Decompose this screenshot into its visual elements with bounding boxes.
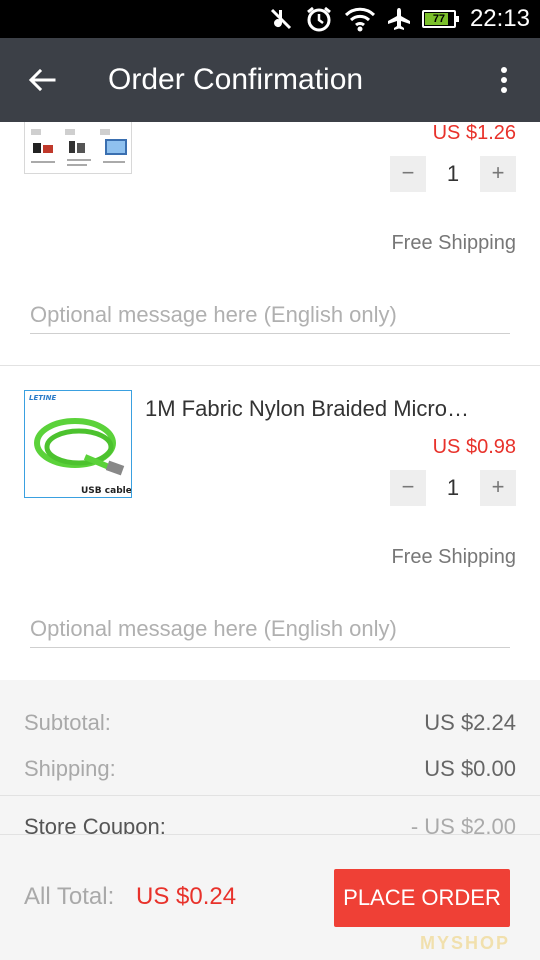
overflow-menu-button[interactable]: [486, 60, 522, 100]
item-price: US $1.26: [432, 122, 516, 144]
increment-button[interactable]: +: [480, 156, 516, 192]
wifi-icon: [344, 7, 375, 32]
svg-text:USB cable: USB cable: [81, 486, 132, 496]
quantity-value: 1: [426, 156, 480, 192]
item-name[interactable]: 1M Fabric Nylon Braided Micro…: [145, 396, 516, 422]
item-price: US $0.98: [432, 436, 516, 458]
shipping-total-label: Shipping:: [24, 756, 116, 781]
shipping-label: Free Shipping: [391, 546, 516, 568]
order-summary: Subtotal: US $2.24 Shipping: US $0.00 St…: [0, 680, 540, 834]
product-thumbnail[interactable]: LETINE USB cable: [24, 390, 132, 498]
coupon-value: - US $2.00: [410, 814, 516, 834]
status-icons: 77 22:13: [268, 0, 530, 38]
quantity-stepper: − 1 +: [390, 470, 516, 506]
shipping-label: Free Shipping: [391, 232, 516, 254]
product-image: [25, 122, 131, 173]
checkout-bar: All Total: US $0.24 PLACE ORDER MYSHOP: [0, 834, 540, 960]
subtotal-value: US $2.24: [424, 710, 516, 735]
battery-level: 77: [432, 13, 446, 25]
arrow-left-icon: [28, 68, 56, 92]
shipping-total-value: US $0.00: [424, 756, 516, 781]
mute-icon: [270, 8, 291, 30]
total-value: US $0.24: [136, 883, 237, 910]
quantity-value: 1: [426, 470, 480, 506]
subtotal-row: Subtotal: US $2.24: [24, 710, 516, 740]
status-time: 22:13: [469, 5, 530, 32]
product-image: LETINE USB cable: [25, 391, 132, 497]
order-content[interactable]: US $1.26 − 1 + Free Shipping Optional me…: [0, 122, 540, 834]
shipping-row: Shipping: US $0.00: [24, 756, 516, 786]
watermark: MYSHOP: [420, 933, 511, 953]
subtotal-label: Subtotal:: [24, 710, 111, 735]
order-item: US $1.26 − 1 + Free Shipping Optional me…: [0, 122, 540, 366]
decrement-button[interactable]: −: [390, 156, 426, 192]
alarm-icon: [307, 6, 331, 32]
airplane-icon: [387, 8, 410, 30]
app-bar: Order Confirmation: [0, 38, 540, 122]
summary-divider: [0, 795, 540, 796]
order-item: LETINE USB cable 1M Fabric Nylon Braided…: [0, 366, 540, 680]
quantity-stepper: − 1 +: [390, 156, 516, 192]
coupon-row[interactable]: Store Coupon: - US $2.00: [24, 814, 516, 834]
back-button[interactable]: [20, 60, 64, 100]
product-thumbnail[interactable]: [24, 122, 132, 174]
svg-text:LETINE: LETINE: [29, 394, 56, 402]
message-input[interactable]: Optional message here (English only): [30, 614, 510, 648]
battery-icon: 77: [421, 10, 459, 28]
more-vertical-icon: [501, 67, 507, 93]
place-order-button[interactable]: PLACE ORDER: [334, 869, 510, 927]
total-label: All Total:: [24, 883, 115, 910]
increment-button[interactable]: +: [480, 470, 516, 506]
message-input[interactable]: Optional message here (English only): [30, 300, 510, 334]
page-title: Order Confirmation: [108, 63, 364, 96]
status-bar: 77 22:13: [0, 0, 540, 38]
coupon-label: Store Coupon:: [24, 814, 166, 834]
decrement-button[interactable]: −: [390, 470, 426, 506]
